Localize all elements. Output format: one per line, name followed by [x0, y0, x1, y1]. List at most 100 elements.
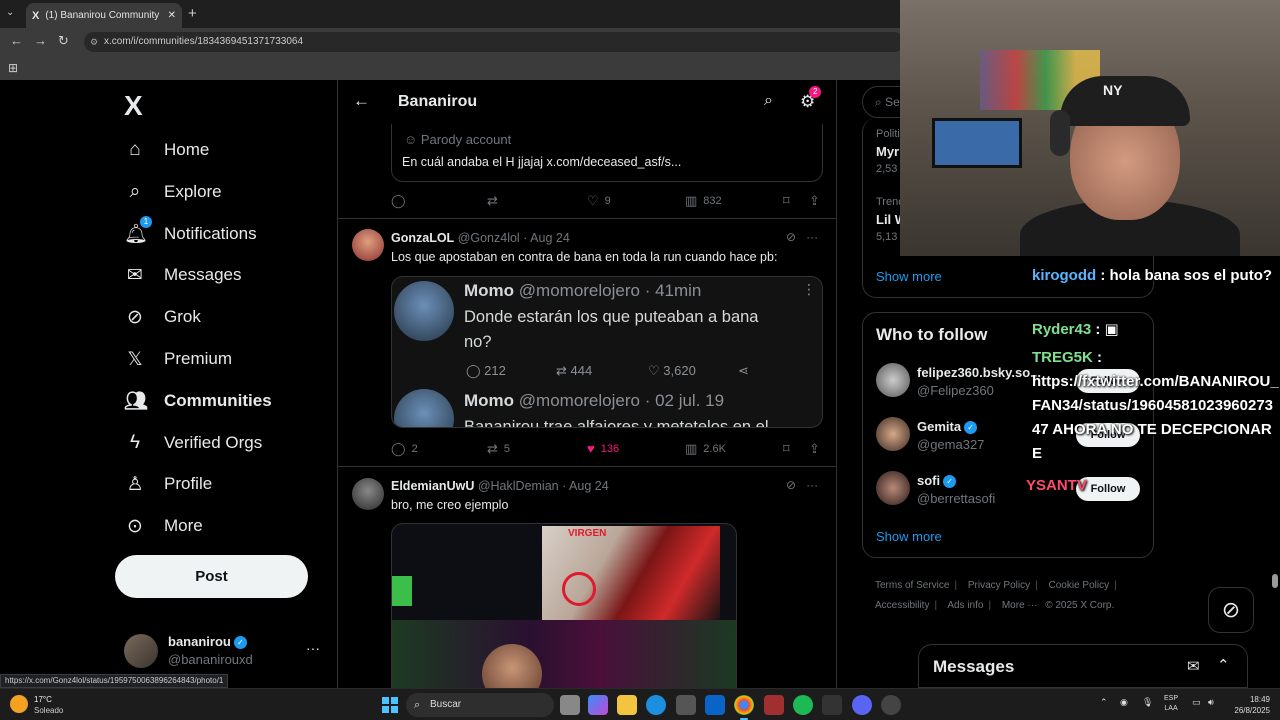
- grok-floating-button[interactable]: ⊘: [1208, 587, 1254, 633]
- search-icon[interactable]: ⌕: [764, 92, 773, 110]
- more-dots-icon[interactable]: ···: [806, 478, 818, 492]
- copilot-icon[interactable]: [588, 695, 608, 715]
- expand-chevron-icon[interactable]: ⌃: [1217, 656, 1230, 674]
- new-tab-plus-icon[interactable]: +: [188, 5, 197, 22]
- nav-communities[interactable]: 👥︎ Communities: [124, 386, 272, 416]
- avatar[interactable]: [352, 229, 384, 261]
- tray-app-icon[interactable]: ◉: [1120, 697, 1128, 708]
- nav-grok[interactable]: ⊘ Grok: [124, 302, 201, 332]
- footer-link[interactable]: Ads info: [947, 600, 983, 611]
- media-caption: VIRGEN: [568, 528, 607, 539]
- nav-home[interactable]: ⌂ Home: [124, 135, 209, 165]
- show-more-link[interactable]: Show more: [876, 529, 942, 544]
- store-icon[interactable]: [676, 695, 696, 715]
- share-button[interactable]: ⇪: [809, 441, 820, 457]
- site-info-icon[interactable]: ⚙: [90, 32, 98, 52]
- retweet-icon: ⇄: [487, 441, 498, 456]
- trend-name[interactable]: Myr: [876, 144, 899, 159]
- parody-row: ☺ Parody account: [404, 132, 511, 147]
- apps-grid-icon[interactable]: ⊞: [8, 61, 18, 75]
- app-icon[interactable]: [822, 695, 842, 715]
- share-button[interactable]: ⇪: [809, 193, 820, 209]
- bookmark-button[interactable]: ⌑: [783, 193, 790, 209]
- obs-icon[interactable]: [881, 695, 901, 715]
- account-switcher[interactable]: bananirou ✓ @bananirouxd ···: [124, 632, 324, 672]
- x-logo-icon[interactable]: X: [124, 90, 143, 122]
- language-indicator[interactable]: ESP LAA: [1164, 694, 1178, 714]
- nav-premium[interactable]: 𝕏 Premium: [124, 344, 232, 374]
- tab-search-chevron-icon[interactable]: ⌄: [6, 7, 14, 18]
- windows-start-icon[interactable]: [382, 697, 398, 713]
- author-handle[interactable]: @HaklDemian: [478, 479, 559, 493]
- reply-button[interactable]: ◯ 2: [391, 441, 418, 457]
- avatar[interactable]: [352, 478, 384, 510]
- like-button[interactable]: ♡ 9: [587, 193, 611, 209]
- nav-more[interactable]: ⊙ More: [124, 511, 203, 541]
- messages-drawer[interactable]: Messages ✉ ⌃: [918, 644, 1248, 688]
- nav-messages[interactable]: ✉ Messages: [124, 260, 241, 290]
- clock[interactable]: 18:49 26/8/2025: [1226, 694, 1270, 716]
- footer-link[interactable]: More ···: [1002, 600, 1038, 611]
- footer-link[interactable]: Cookie Policy: [1049, 580, 1110, 591]
- back-arrow-icon[interactable]: ←: [353, 91, 370, 111]
- footer-link[interactable]: Privacy Policy: [968, 580, 1030, 591]
- reply-icon: ◯: [466, 363, 485, 378]
- reply-button[interactable]: ◯: [391, 193, 406, 209]
- gear-icon[interactable]: ⚙ 2: [800, 86, 822, 112]
- back-arrow-icon[interactable]: ←: [10, 33, 23, 48]
- views-button[interactable]: ▥ 832: [685, 193, 722, 209]
- divider: [338, 466, 836, 467]
- more-dots-icon[interactable]: ···: [806, 230, 818, 244]
- author-name[interactable]: GonzaLOL: [391, 231, 454, 245]
- display-icon[interactable]: ▭: [1192, 697, 1201, 708]
- nav-verified-orgs[interactable]: ϟ Verified Orgs: [124, 428, 262, 458]
- weather-widget[interactable]: 17°C Soleado: [10, 693, 90, 717]
- like-button[interactable]: ♥ 136: [587, 441, 619, 456]
- new-message-icon[interactable]: ✉: [1187, 657, 1200, 675]
- url-input[interactable]: ⚙ x.com/i/communities/183436945137173306…: [84, 32, 904, 52]
- nav-profile[interactable]: ♙ Profile: [124, 469, 212, 499]
- tweet-date[interactable]: · Aug 24: [523, 231, 570, 245]
- taskbar-search-input[interactable]: ⌕ Buscar: [406, 693, 554, 717]
- reload-icon[interactable]: ↻: [58, 33, 69, 49]
- follow-name: Gemita: [917, 419, 962, 434]
- post-button[interactable]: Post: [115, 555, 308, 598]
- browser-tab[interactable]: X (1) Bananirou Community / X ✕: [26, 3, 182, 28]
- tweet-media-image[interactable]: Momo @momorelojero · 41min ⋮ Donde estar…: [391, 276, 823, 428]
- forward-arrow-icon[interactable]: →: [34, 33, 47, 48]
- footer-link[interactable]: Terms of Service: [875, 580, 949, 591]
- spotify-icon[interactable]: [793, 695, 813, 715]
- volume-icon[interactable]: 🔊︎: [1208, 697, 1214, 708]
- recorder-app-icon[interactable]: [764, 695, 784, 715]
- nav-explore[interactable]: ⌕ Explore: [124, 177, 222, 207]
- footer-link[interactable]: Accessibility: [875, 600, 929, 611]
- chrome-icon[interactable]: [734, 695, 754, 720]
- bookmark-button[interactable]: ⌑: [783, 441, 790, 457]
- nav-notifications[interactable]: 🔔︎ 1 Notifications: [124, 216, 257, 249]
- share-icon: ⇪: [809, 441, 820, 456]
- grok-icon[interactable]: ⊘: [786, 478, 796, 492]
- task-view-icon[interactable]: [560, 695, 580, 715]
- tab-close-icon[interactable]: ✕: [168, 10, 176, 21]
- discord-icon[interactable]: [852, 695, 872, 715]
- media-actions: ◯ 212 ⇄ 444 ♡ 3,620 ⋖: [466, 363, 786, 383]
- view-count: 832: [703, 195, 722, 207]
- quoted-tweet[interactable]: ☺ Parody account En cuál andaba el H jja…: [391, 124, 823, 182]
- file-explorer-icon[interactable]: [617, 695, 637, 715]
- author-name[interactable]: EldemianUwU: [391, 479, 474, 493]
- outlook-icon[interactable]: [705, 695, 725, 715]
- media-name-row: Momo @momorelojero · 02 jul. 19: [464, 391, 724, 411]
- scrollbar-thumb[interactable]: [1272, 574, 1278, 588]
- retweet-button[interactable]: ⇄: [487, 193, 498, 209]
- retweet-button[interactable]: ⇄ 5: [487, 441, 510, 457]
- views-button[interactable]: ▥ 2.6K: [685, 441, 726, 457]
- grok-icon[interactable]: ⊘: [786, 230, 796, 244]
- account-more-icon[interactable]: ···: [306, 640, 320, 656]
- edge-icon[interactable]: [646, 695, 666, 715]
- tweet-date[interactable]: · Aug 24: [562, 479, 609, 493]
- author-handle[interactable]: @Gonz4lol: [458, 231, 520, 245]
- tweet-media-image[interactable]: VIRGEN: [391, 523, 737, 688]
- tray-chevron-icon[interactable]: ⌃: [1100, 697, 1108, 708]
- microphone-icon[interactable]: 🎙︎: [1142, 697, 1153, 708]
- show-more-link[interactable]: Show more: [876, 269, 942, 284]
